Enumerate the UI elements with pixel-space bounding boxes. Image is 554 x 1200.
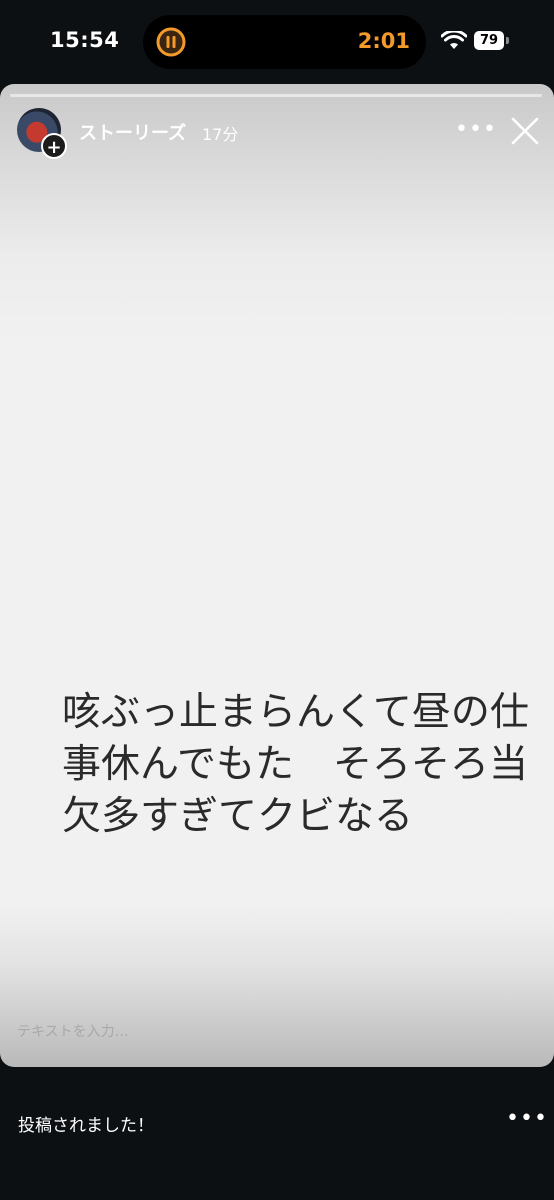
more-options-footer-icon[interactable]: •••: [506, 1107, 547, 1131]
status-time: 15:54: [50, 28, 120, 52]
more-options-icon[interactable]: •••: [455, 118, 496, 142]
posted-message: 投稿されました！: [18, 1116, 154, 1136]
battery-nub: [506, 37, 509, 44]
battery-indicator: 79: [474, 31, 504, 50]
screen: 15:54 2:01 79 + ストーリーズ 17分 ••• 咳ぶっ止まらんくて…: [0, 0, 554, 1200]
bottom-bar: 投稿されました！ •••: [0, 1067, 554, 1200]
story-progress-bar: [10, 94, 542, 97]
story-title[interactable]: ストーリーズ: [79, 119, 186, 145]
status-bar: 15:54 2:01 79: [0, 0, 554, 84]
add-story-icon[interactable]: +: [41, 133, 67, 159]
reply-input[interactable]: テキストを入力…: [17, 1021, 129, 1041]
island-timer: 2:01: [357, 29, 410, 53]
pause-timer-icon: [156, 27, 186, 57]
story-time: 17分: [202, 125, 239, 144]
close-icon[interactable]: [510, 116, 540, 146]
story-card[interactable]: + ストーリーズ 17分 ••• 咳ぶっ止まらんくて昼の仕事休んでもた そろそろ…: [0, 84, 554, 1067]
story-text: 咳ぶっ止まらんくて昼の仕事休んでもた そろそろ当欠多すぎてクビなる: [62, 690, 529, 839]
dynamic-island[interactable]: 2:01: [143, 15, 426, 69]
wifi-icon: [441, 31, 467, 49]
